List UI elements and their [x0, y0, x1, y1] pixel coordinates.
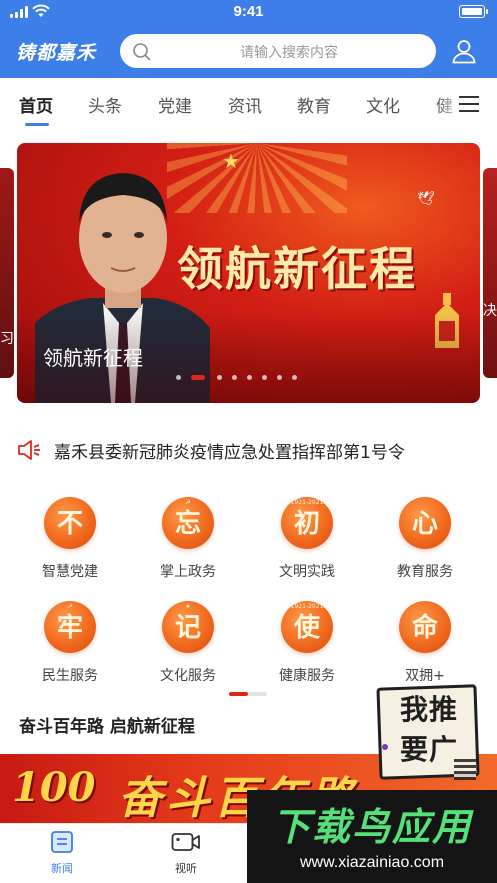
- tabbar-video[interactable]: 视听: [151, 830, 221, 876]
- carousel-dot[interactable]: [232, 375, 237, 380]
- service-military-support[interactable]: 命 双拥+: [370, 601, 480, 691]
- carousel-dot[interactable]: [247, 375, 252, 380]
- prev-slide-text: 习: [0, 331, 14, 347]
- service-label: 健康服务: [279, 668, 335, 684]
- service-health[interactable]: 1921-2021 使 健康服务: [252, 601, 362, 691]
- service-label: 文明实践: [279, 564, 335, 580]
- carousel-dot[interactable]: [277, 375, 282, 380]
- tab-culture[interactable]: 文化: [366, 92, 400, 117]
- service-badge: 命: [399, 601, 451, 653]
- prev-slide-peek[interactable]: 习: [0, 168, 14, 378]
- watermark-overlay: 下载鸟应用 www.xiazainiao.com: [247, 790, 497, 883]
- service-label: 双拥+: [405, 668, 445, 684]
- tab-news[interactable]: 资讯: [228, 92, 262, 117]
- service-label: 智慧党建: [42, 564, 98, 580]
- video-icon: [171, 833, 200, 851]
- search-input[interactable]: 请输入搜索内容: [120, 34, 436, 68]
- dove-icon: 🕊: [417, 191, 435, 207]
- qr-icon: [454, 758, 476, 780]
- carousel-dot[interactable]: [292, 375, 297, 380]
- speaker-icon: [18, 440, 40, 460]
- service-smart-party[interactable]: 不 智慧党建: [15, 497, 125, 587]
- battery-icon: [459, 5, 488, 18]
- service-label: 教育服务: [397, 564, 453, 580]
- service-badge: 1921-2021 使: [281, 601, 333, 653]
- news-icon: [51, 831, 73, 853]
- tabbar-video-label: 视听: [175, 862, 197, 875]
- tab-education[interactable]: 教育: [297, 92, 331, 117]
- service-education[interactable]: 心 教育服务: [370, 497, 480, 587]
- app-brand: 铸都嘉禾: [16, 42, 97, 64]
- search-placeholder: 请输入搜索内容: [240, 45, 338, 61]
- badge-char: 初: [293, 509, 320, 539]
- grid-page-indicator: [229, 692, 267, 696]
- tabbar-news[interactable]: 新闻: [27, 830, 97, 876]
- promo-number: 100: [12, 764, 96, 811]
- banner-caption: 领航新征程: [43, 346, 143, 370]
- status-time: 9:41: [233, 3, 264, 20]
- carousel-dot[interactable]: [176, 375, 181, 380]
- service-badge: ☭ 牢: [44, 601, 96, 653]
- service-livelihood[interactable]: ☭ 牢 民生服务: [15, 601, 125, 691]
- service-label: 文化服务: [160, 668, 216, 684]
- top-bar: 9:41 铸都嘉禾 请输入搜索内容: [0, 0, 497, 78]
- status-bar: 9:41: [0, 0, 497, 24]
- service-badge: ☭ 忘: [162, 497, 214, 549]
- floating-ad-card[interactable]: 我推 要广: [376, 684, 482, 782]
- tab-headlines[interactable]: 头条: [88, 92, 122, 117]
- badge-char: 心: [411, 509, 438, 539]
- active-tab-indicator: [25, 123, 49, 126]
- service-government[interactable]: ☭ 忘 掌上政务: [133, 497, 243, 587]
- badge-char: 不: [56, 509, 83, 539]
- banner-headline: 领航新征程: [177, 242, 417, 296]
- badge-char: 使: [293, 613, 320, 643]
- watermark-url: www.xiazainiao.com: [299, 854, 445, 871]
- service-badge: 1921-2021 初: [281, 497, 333, 549]
- badge-char: 牢: [56, 613, 83, 643]
- watermark-title: 下载鸟应用: [271, 805, 472, 849]
- tab-home[interactable]: 首页: [19, 92, 53, 117]
- carousel-dot[interactable]: [262, 375, 267, 380]
- notice-bar[interactable]: 嘉禾县委新冠肺炎疫情应急处置指挥部第1号令: [0, 430, 497, 470]
- ad-line-1: 我推: [399, 693, 458, 726]
- service-label: 掌上政务: [160, 564, 216, 580]
- user-icon[interactable]: [451, 38, 477, 64]
- section-title: 奋斗百年路 启航新征程: [19, 717, 195, 737]
- carousel-dot-active[interactable]: [191, 375, 205, 380]
- service-civilization[interactable]: 1921-2021 初 文明实践: [252, 497, 362, 587]
- service-badge: ★ 记: [162, 601, 214, 653]
- badge-char: 记: [174, 613, 201, 643]
- next-slide-text: 决: [483, 303, 497, 319]
- star-icon: ★: [222, 149, 240, 173]
- notice-text: 嘉禾县委新冠肺炎疫情应急处置指挥部第1号令: [54, 443, 405, 463]
- badge-char: 忘: [174, 509, 201, 539]
- ad-dot: [382, 744, 388, 750]
- category-tabs: 首页 头条 党建 资讯 教育 文化 健: [0, 78, 497, 130]
- banner-carousel[interactable]: ★ 领航新征程 🕊 领航新征程: [17, 143, 480, 403]
- tab-party[interactable]: 党建: [158, 92, 192, 117]
- badge-char: 命: [411, 613, 438, 643]
- tabbar-news-label: 新闻: [51, 862, 73, 875]
- service-badge: 心: [399, 497, 451, 549]
- carousel-dot[interactable]: [217, 375, 222, 380]
- service-badge: 不: [44, 497, 96, 549]
- menu-icon[interactable]: [459, 96, 479, 112]
- next-slide-peek[interactable]: 决: [483, 168, 497, 378]
- service-label: 民生服务: [42, 668, 98, 684]
- service-culture[interactable]: ★ 记 文化服务: [133, 601, 243, 691]
